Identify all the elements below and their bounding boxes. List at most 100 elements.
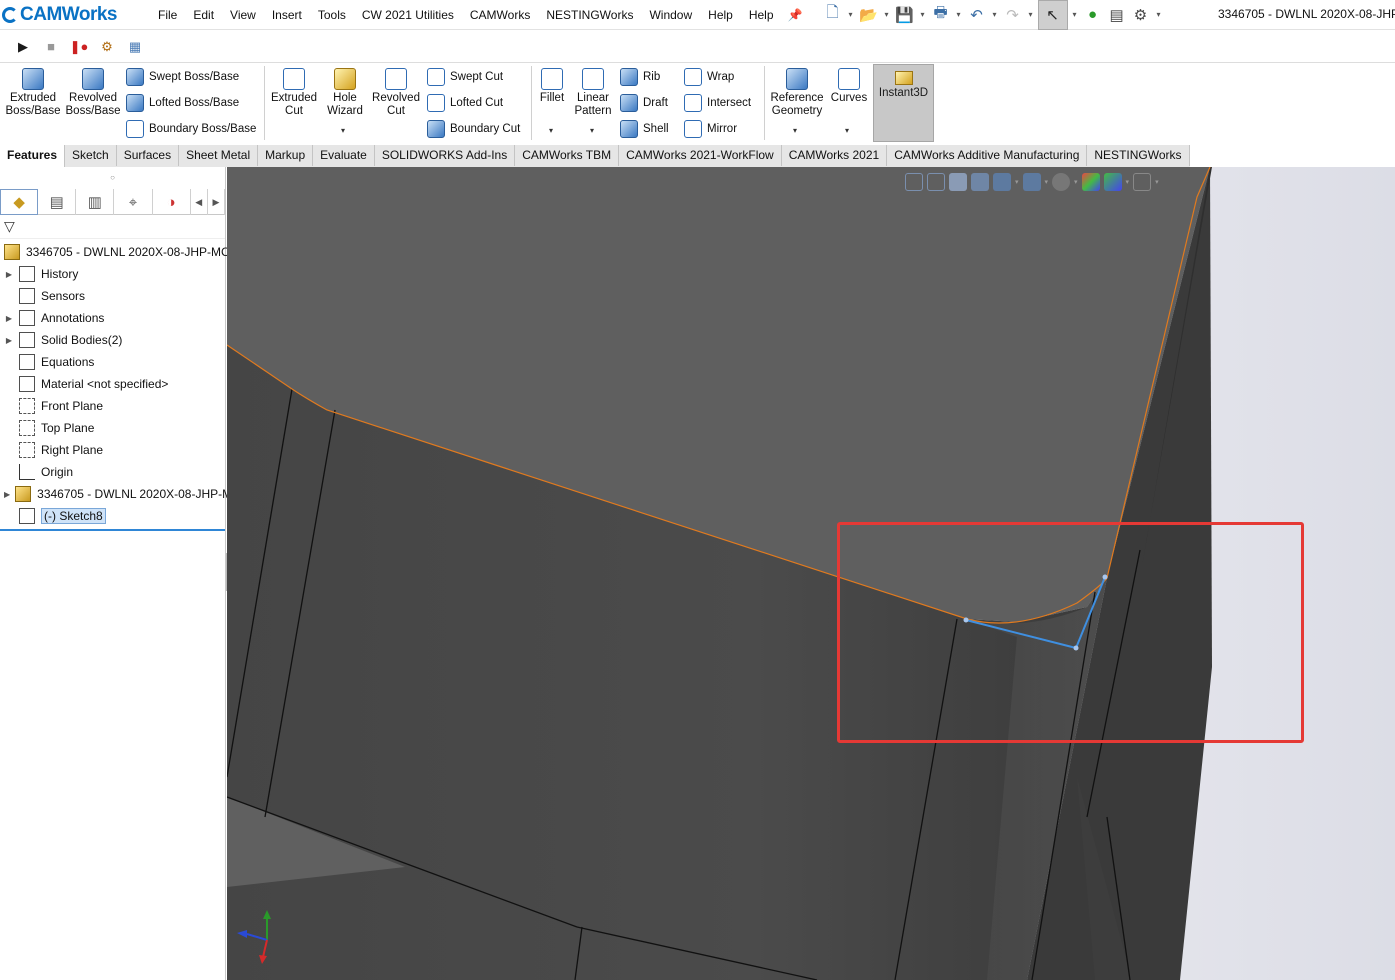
zoom-to-area-icon[interactable] <box>927 173 945 191</box>
options-gear-icon[interactable]: ⚙ <box>1130 4 1152 26</box>
menu-edit[interactable]: Edit <box>185 8 222 22</box>
pin-icon[interactable]: 📌 <box>788 8 803 22</box>
view-settings-icon[interactable] <box>1133 173 1152 191</box>
open-icon[interactable]: 📂 <box>858 4 880 26</box>
hide-show-items-icon[interactable] <box>1052 173 1071 191</box>
tab-sketch[interactable]: Sketch <box>65 145 117 166</box>
lofted-boss-button[interactable]: Lofted Boss/Base <box>126 94 239 112</box>
menu-nestingworks[interactable]: NESTINGWorks <box>538 8 641 22</box>
play-icon[interactable]: ▶ <box>12 36 34 58</box>
tree-item[interactable]: Material <not specified> <box>0 373 225 395</box>
fillet-button[interactable]: Fillet <box>535 68 569 105</box>
tab-camworks-2021[interactable]: CAMWorks 2021 <box>781 145 888 166</box>
swept-cut-button[interactable]: Swept Cut <box>427 68 503 86</box>
chevron-down-icon[interactable]: ▾ <box>341 126 345 135</box>
menu-tools[interactable]: Tools <box>310 8 354 22</box>
previous-view-icon[interactable] <box>949 173 967 191</box>
tab-markup[interactable]: Markup <box>258 145 314 166</box>
tree-root-part[interactable]: 3346705 - DWLNL 2020X-08-JHP-MC - <box>0 241 237 263</box>
chevron-down-icon[interactable]: ▾ <box>846 10 856 19</box>
expand-arrow-icon[interactable]: ▶ <box>0 314 14 323</box>
chevron-down-icon[interactable]: ▾ <box>990 10 1000 19</box>
tree-item[interactable]: Top Plane <box>0 417 225 439</box>
chevron-down-icon[interactable]: ▾ <box>918 10 928 19</box>
display-manager-tab-icon[interactable]: ◑ <box>153 189 191 215</box>
menu-insert[interactable]: Insert <box>264 8 310 22</box>
dimxpert-tab-icon[interactable]: ⌖ <box>114 189 153 215</box>
menu-view[interactable]: View <box>222 8 264 22</box>
chevron-down-icon[interactable]: ▾ <box>793 126 797 135</box>
boundary-cut-button[interactable]: Boundary Cut <box>427 120 520 138</box>
curves-button[interactable]: Curves <box>830 68 868 105</box>
tab-camworks-workflow[interactable]: CAMWorks 2021-WorkFlow <box>619 145 782 166</box>
hole-wizard-button[interactable]: Hole Wizard <box>322 68 368 118</box>
menu-file[interactable]: File <box>150 8 185 22</box>
tab-camworks-additive[interactable]: CAMWorks Additive Manufacturing <box>887 145 1088 166</box>
redo-icon[interactable]: ↷ <box>1002 4 1024 26</box>
tab-solidworks-addins[interactable]: SOLIDWORKS Add-Ins <box>374 145 516 166</box>
chevron-down-icon[interactable]: ▾ <box>1154 10 1164 19</box>
view-orientation-icon[interactable] <box>993 173 1011 191</box>
pause-record-icon[interactable]: ❚● <box>68 36 90 58</box>
intersect-button[interactable]: Intersect <box>684 94 751 112</box>
new-document-icon[interactable]: 🗋 <box>822 4 844 26</box>
propertymanager-tab-icon[interactable]: ▤ <box>38 189 77 215</box>
linear-pattern-button[interactable]: Linear Pattern <box>572 68 614 118</box>
chevron-down-icon[interactable]: ▾ <box>1126 178 1130 186</box>
shell-button[interactable]: Shell <box>620 120 669 138</box>
boundary-boss-button[interactable]: Boundary Boss/Base <box>126 120 256 138</box>
stop-icon[interactable]: ■ <box>40 36 62 58</box>
featuremanager-tab-icon[interactable]: ◆ <box>0 189 39 215</box>
display-style-icon[interactable] <box>1022 173 1041 191</box>
chevron-down-icon[interactable]: ▾ <box>1026 10 1036 19</box>
draft-button[interactable]: Draft <box>620 94 668 112</box>
menu-window[interactable]: Window <box>641 8 700 22</box>
apply-scene-icon[interactable] <box>1103 173 1122 191</box>
print-icon[interactable]: 🖶 <box>930 4 952 26</box>
menu-cw-utilities[interactable]: CW 2021 Utilities <box>354 8 462 22</box>
edit-appearance-icon[interactable] <box>1081 173 1100 191</box>
chevron-down-icon[interactable]: ▾ <box>954 10 964 19</box>
filter-icon[interactable]: ▽ <box>4 218 15 235</box>
expand-arrow-icon[interactable]: ▶ <box>0 270 14 279</box>
macro-new-icon[interactable]: ▦ <box>124 36 146 58</box>
chevron-right-icon[interactable]: ▶ <box>208 189 226 215</box>
panel-grip-icon[interactable]: ○ <box>0 167 225 189</box>
chevron-down-icon[interactable]: ▾ <box>845 126 849 135</box>
chevron-left-icon[interactable]: ◀ <box>191 189 208 215</box>
tree-item[interactable]: Equations <box>0 351 225 373</box>
tab-surfaces[interactable]: Surfaces <box>116 145 180 166</box>
save-icon[interactable]: 💾 <box>894 4 916 26</box>
tab-features[interactable]: Features <box>0 145 66 167</box>
tree-item[interactable]: Right Plane <box>0 439 225 461</box>
file-properties-icon[interactable]: ▤ <box>1106 4 1128 26</box>
tree-item[interactable]: ▶ Solid Bodies(2) <box>0 329 225 351</box>
tree-item[interactable]: ▶ History <box>0 263 225 285</box>
chevron-down-icon[interactable]: ▾ <box>882 10 892 19</box>
chevron-down-icon[interactable]: ▾ <box>1045 178 1049 186</box>
lofted-cut-button[interactable]: Lofted Cut <box>427 94 503 112</box>
chevron-down-icon[interactable]: ▾ <box>1070 10 1080 19</box>
mirror-button[interactable]: Mirror <box>684 120 737 138</box>
instant3d-button[interactable]: Instant3D <box>873 64 934 142</box>
revolved-cut-button[interactable]: Revolved Cut <box>370 68 422 118</box>
tab-camworks-tbm[interactable]: CAMWorks TBM <box>515 145 620 166</box>
chevron-down-icon[interactable]: ▾ <box>1074 178 1078 186</box>
tab-sheet-metal[interactable]: Sheet Metal <box>179 145 259 166</box>
rib-button[interactable]: Rib <box>620 68 660 86</box>
tree-item[interactable]: (-) Sketch8 <box>0 505 225 527</box>
menu-help-2[interactable]: Help <box>741 8 782 22</box>
chevron-down-icon[interactable]: ▾ <box>1155 178 1159 186</box>
tree-item[interactable]: ▶ Annotations <box>0 307 225 329</box>
menu-help[interactable]: Help <box>700 8 741 22</box>
tree-filter[interactable]: ▽ <box>0 215 225 239</box>
macro-edit-icon[interactable]: ⚙ <box>96 36 118 58</box>
configurationmanager-tab-icon[interactable]: ▥ <box>76 189 115 215</box>
tree-item[interactable]: ▶ 3346705 - DWLNL 2020X-08-JHP-M <box>0 483 232 505</box>
chevron-down-icon[interactable]: ▾ <box>590 126 594 135</box>
chevron-down-icon[interactable]: ▾ <box>1015 178 1019 186</box>
extruded-cut-button[interactable]: Extruded Cut <box>268 68 320 118</box>
tree-item[interactable]: Origin <box>0 461 225 483</box>
wrap-button[interactable]: Wrap <box>684 68 734 86</box>
revolved-boss-button[interactable]: Revolved Boss/Base <box>64 68 122 118</box>
